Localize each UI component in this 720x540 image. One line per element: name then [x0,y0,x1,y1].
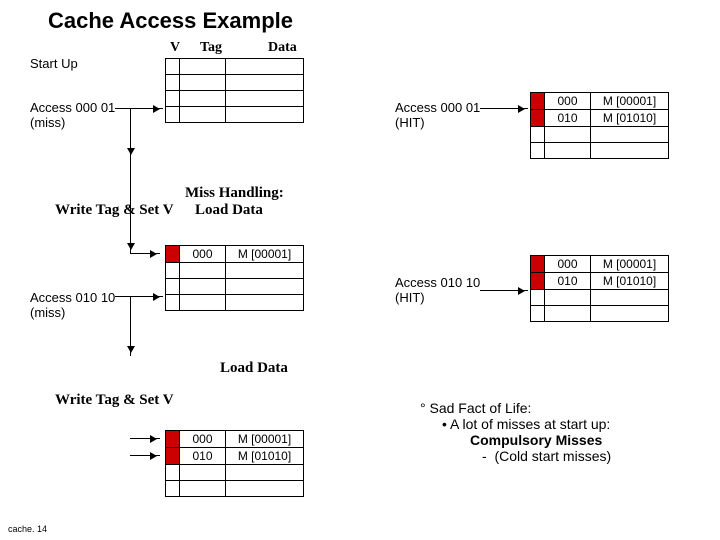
arrow-access2 [115,296,163,297]
startup-label: Start Up [30,56,78,71]
arrow-write2b [130,455,160,456]
col-data: Data [268,40,297,56]
writetag1-label: Write Tag & Set V [55,202,174,219]
access2-miss-label: Access 010 10(miss) [30,290,115,320]
cache-table-hit1: 000M [00001] 010M [01010] [530,92,669,159]
col-v: V [170,40,180,56]
page-title: Cache Access Example [48,8,293,34]
col-tag: Tag [200,40,222,56]
slide-footer: cache. 14 [8,524,47,534]
access1-miss-label: Access 000 01(miss) [30,100,115,130]
miss-handling-label: Miss Handling: [185,185,284,202]
arrow-access1 [115,108,163,109]
arrow-down1 [130,108,131,158]
arrow-down2 [130,296,131,356]
access1-hit-label: Access 000 01(HIT) [395,100,480,130]
cache-table-hit2: 000M [00001] 010M [01010] [530,255,669,322]
access2-hit-label: Access 010 10(HIT) [395,275,480,305]
facts-block: ° Sad Fact of Life: • A lot of misses at… [420,400,611,464]
arrow-write2a [130,438,160,439]
cache-table-startup [165,58,304,123]
cache-table-fill1: 000M [00001] [165,245,304,311]
vline1 [130,158,131,253]
writetag2-label: Write Tag & Set V [55,392,174,409]
cache-table-fill2: 000M [00001] 010M [01010] [165,430,304,497]
arrow-hit1 [480,108,528,109]
arrow-hit2 [480,290,528,291]
loaddata2-label: Load Data [220,360,288,377]
loaddata1-label: Load Data [195,202,263,219]
